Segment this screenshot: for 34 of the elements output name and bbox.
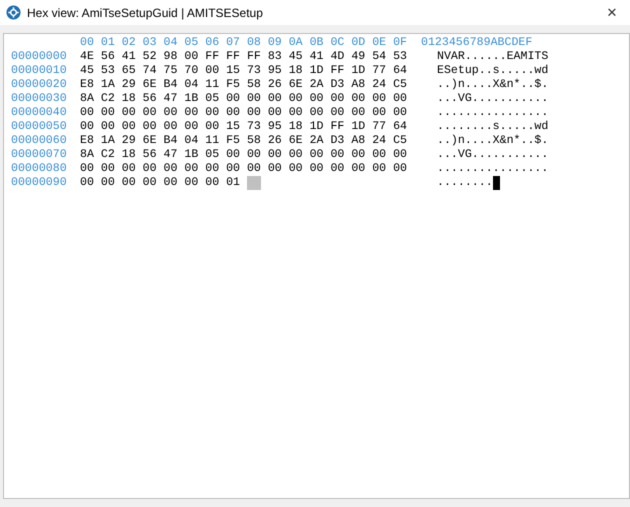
offset-label: 00000010: [11, 64, 68, 78]
ascii-text: ................: [437, 162, 548, 176]
offset-label: 00000060: [11, 134, 68, 148]
ascii-text: ........: [437, 176, 493, 190]
offset-label: 00000090: [11, 176, 68, 190]
offset-label: 00000040: [11, 106, 68, 120]
offset-label: 00000080: [11, 162, 68, 176]
offset-label: 00000050: [11, 120, 68, 134]
offset-label: 00000070: [11, 148, 68, 162]
hex-bytes: 00 00 00 00 00 00 00 00 00 00 00 00 00 00 00 00: [80, 162, 407, 176]
close-button[interactable]: ✕: [600, 2, 624, 24]
hex-bytes: 00 00 00 00 00 00 00 15 73 95 18 1D FF 1D 77 64: [80, 120, 407, 134]
ascii-text: ...VG...........: [437, 148, 548, 162]
offset-label: 00000000: [11, 50, 68, 64]
hex-bytes: 4E 56 41 52 98 00 FF FF FF 83 45 41 4D 49 54 53: [80, 50, 407, 64]
hex-bytes: E8 1A 29 6E B4 04 11 F5 58 26 6E 2A D3 A8 24 C5: [80, 78, 407, 92]
hex-bytes: 00 00 00 00 00 00 00 01: [80, 176, 240, 190]
offset-label: 00000020: [11, 78, 68, 92]
hex-bytes: 45 53 65 74 75 70 00 15 73 95 18 1D FF 1D 77 64: [80, 64, 407, 78]
offset-label: 00000030: [11, 92, 68, 106]
window-title: Hex view: AmiTseSetupGuid | AMITSESetup: [27, 4, 263, 22]
ascii-header: 0123456789ABCDEF: [421, 36, 532, 50]
ascii-text: ESetup..s.....wd: [437, 64, 548, 78]
ascii-text: ........s.....wd: [437, 120, 548, 134]
ascii-text: ...VG...........: [437, 92, 548, 106]
hex-bytes: E8 1A 29 6E B4 04 11 F5 58 26 6E 2A D3 A8 24 C5: [80, 134, 407, 148]
hex-bytes: 8A C2 18 56 47 1B 05 00 00 00 00 00 00 00 00 00: [80, 92, 407, 106]
ascii-text: ..)n....X&n*..$.: [437, 134, 548, 148]
ascii-text: ..)n....X&n*..$.: [437, 78, 548, 92]
hex-bytes: 8A C2 18 56 47 1B 05 00 00 00 00 00 00 00 00 00: [80, 148, 407, 162]
ascii-text: ................: [437, 106, 548, 120]
ascii-text: NVAR......EAMITS: [437, 50, 548, 64]
column-header: 00 01 02 03 04 05 06 07 08 09 0A 0B 0C 0D 0E 0F: [80, 36, 407, 50]
hex-bytes: 00 00 00 00 00 00 00 00 00 00 00 00 00 00 00 00: [80, 106, 407, 120]
